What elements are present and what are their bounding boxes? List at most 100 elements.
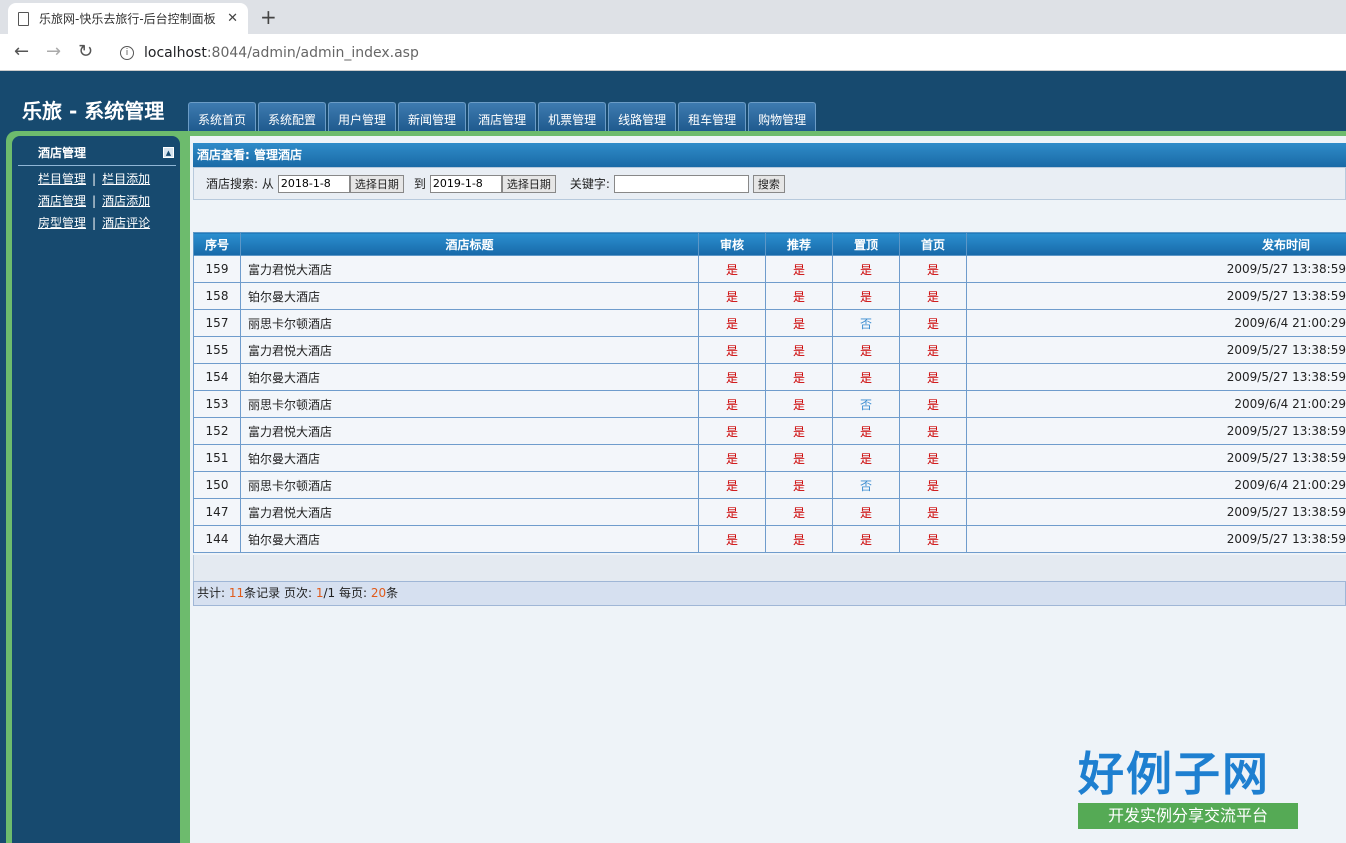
cell-recommend[interactable]: 是 <box>765 471 833 499</box>
cell-recommend[interactable]: 是 <box>765 390 833 418</box>
cell-pin[interactable]: 是 <box>832 525 900 553</box>
cell-recommend[interactable]: 是 <box>765 363 833 391</box>
cell-homepage[interactable]: 是 <box>899 417 967 445</box>
sidebar-link-hotel-comments[interactable]: 酒店评论 <box>102 216 150 230</box>
cell-audit[interactable]: 是 <box>698 444 766 472</box>
cell-index: 152 <box>193 417 241 445</box>
sidebar-links: 栏目管理 | 栏目添加 酒店管理 | 酒店添加 房型管理 | 酒店评论 <box>38 168 150 234</box>
table-footer-spacer <box>193 555 1346 581</box>
cell-pin[interactable]: 是 <box>832 444 900 472</box>
cell-homepage[interactable]: 是 <box>899 498 967 526</box>
cell-audit[interactable]: 是 <box>698 255 766 283</box>
date-to-input[interactable] <box>429 174 502 193</box>
forward-icon[interactable]: → <box>46 41 61 62</box>
cell-index: 144 <box>193 525 241 553</box>
cell-recommend[interactable]: 是 <box>765 309 833 337</box>
cell-homepage[interactable]: 是 <box>899 525 967 553</box>
sidebar-link-column-manage[interactable]: 栏目管理 <box>38 172 86 186</box>
nav-news-management[interactable]: 新闻管理 <box>398 102 467 131</box>
close-tab-icon[interactable]: ✕ <box>227 11 238 26</box>
pick-from-date-button[interactable]: 选择日期 <box>349 174 404 193</box>
cell-index: 159 <box>193 255 241 283</box>
cell-pin[interactable]: 是 <box>832 498 900 526</box>
nav-route-management[interactable]: 线路管理 <box>608 102 677 131</box>
cell-recommend[interactable]: 是 <box>765 498 833 526</box>
table-row: 158 铂尔曼大酒店是是是是 2009/5/27 13:38:59 <box>193 282 1346 310</box>
cell-recommend[interactable]: 是 <box>765 444 833 472</box>
sidebar-link-column-add[interactable]: 栏目添加 <box>102 172 150 186</box>
cell-homepage[interactable]: 是 <box>899 444 967 472</box>
cell-audit[interactable]: 是 <box>698 309 766 337</box>
reload-icon[interactable]: ↻ <box>78 41 93 62</box>
back-icon[interactable]: ← <box>14 41 29 62</box>
sidebar-link-room-type-manage[interactable]: 房型管理 <box>38 216 86 230</box>
cell-homepage[interactable]: 是 <box>899 336 967 364</box>
to-label: 到 <box>413 177 426 191</box>
search-button[interactable]: 搜索 <box>752 174 785 193</box>
cell-pin[interactable]: 是 <box>832 282 900 310</box>
nav-car-rental-management[interactable]: 租车管理 <box>678 102 747 131</box>
collapse-icon[interactable]: ▲ <box>163 147 174 158</box>
cell-publish-time: 2009/5/27 13:38:59 <box>966 444 1346 472</box>
new-tab-button[interactable]: + <box>260 5 277 29</box>
sidebar-link-hotel-add[interactable]: 酒店添加 <box>102 194 150 208</box>
cell-index: 157 <box>193 309 241 337</box>
browser-tab[interactable]: 乐旅网-快乐去旅行-后台控制面板 ✕ <box>8 3 248 34</box>
keyword-label: 关键字: <box>569 177 610 191</box>
cell-hotel-title: 铂尔曼大酒店 <box>240 444 699 472</box>
cell-audit[interactable]: 是 <box>698 498 766 526</box>
nav-system-home[interactable]: 系统首页 <box>188 102 257 131</box>
nav-hotel-management[interactable]: 酒店管理 <box>468 102 537 131</box>
cell-audit[interactable]: 是 <box>698 336 766 364</box>
cell-homepage[interactable]: 是 <box>899 282 967 310</box>
cell-pin[interactable]: 否 <box>832 390 900 418</box>
cell-audit[interactable]: 是 <box>698 363 766 391</box>
cell-pin[interactable]: 否 <box>832 309 900 337</box>
separator: | <box>92 194 97 208</box>
cell-recommend[interactable]: 是 <box>765 336 833 364</box>
pager-page-suffix: /1 每页: <box>323 586 371 600</box>
cell-pin[interactable]: 是 <box>832 255 900 283</box>
cell-recommend[interactable]: 是 <box>765 282 833 310</box>
cell-index: 155 <box>193 336 241 364</box>
cell-homepage[interactable]: 是 <box>899 363 967 391</box>
cell-homepage[interactable]: 是 <box>899 309 967 337</box>
keyword-input[interactable] <box>613 174 749 193</box>
cell-recommend[interactable]: 是 <box>765 417 833 445</box>
nav-shopping-management[interactable]: 购物管理 <box>748 102 817 131</box>
cell-pin[interactable]: 是 <box>832 363 900 391</box>
cell-recommend[interactable]: 是 <box>765 525 833 553</box>
cell-pin[interactable]: 否 <box>832 471 900 499</box>
cell-publish-time: 2009/6/4 21:00:29 <box>966 471 1346 499</box>
table-row: 150 丽思卡尔顿酒店是是否是 2009/6/4 21:00:29 <box>193 471 1346 499</box>
pager-per-page: 20 <box>370 586 387 600</box>
app-header: 乐旅 - 系统管理 系统首页 系统配置 用户管理 新闻管理 酒店管理 机票管理 … <box>0 71 1346 131</box>
cell-hotel-title: 富力君悦大酒店 <box>240 498 699 526</box>
nav-user-management[interactable]: 用户管理 <box>328 102 397 131</box>
cell-index: 147 <box>193 498 241 526</box>
pick-to-date-button[interactable]: 选择日期 <box>501 174 556 193</box>
cell-homepage[interactable]: 是 <box>899 255 967 283</box>
nav-system-config[interactable]: 系统配置 <box>258 102 327 131</box>
cell-audit[interactable]: 是 <box>698 390 766 418</box>
sidebar-heading[interactable]: 酒店管理 ▲ <box>18 144 176 166</box>
info-icon[interactable]: i <box>120 45 134 60</box>
pager: 共计: 11条记录 页次: 1/1 每页: 20条 <box>193 581 1346 606</box>
document-icon <box>18 11 29 26</box>
sidebar-link-hotel-manage[interactable]: 酒店管理 <box>38 194 86 208</box>
sidebar-title: 酒店管理 <box>38 146 87 160</box>
cell-pin[interactable]: 是 <box>832 336 900 364</box>
cell-audit[interactable]: 是 <box>698 525 766 553</box>
cell-recommend[interactable]: 是 <box>765 255 833 283</box>
cell-homepage[interactable]: 是 <box>899 471 967 499</box>
nav-ticket-management[interactable]: 机票管理 <box>538 102 607 131</box>
header-title: 酒店标题 <box>240 232 699 256</box>
cell-audit[interactable]: 是 <box>698 471 766 499</box>
cell-audit[interactable]: 是 <box>698 417 766 445</box>
cell-homepage[interactable]: 是 <box>899 390 967 418</box>
cell-pin[interactable]: 是 <box>832 417 900 445</box>
date-from-input[interactable] <box>277 174 350 193</box>
cell-index: 153 <box>193 390 241 418</box>
url-field[interactable]: i localhost:8044/admin/admin_index.asp <box>112 39 1338 66</box>
cell-audit[interactable]: 是 <box>698 282 766 310</box>
